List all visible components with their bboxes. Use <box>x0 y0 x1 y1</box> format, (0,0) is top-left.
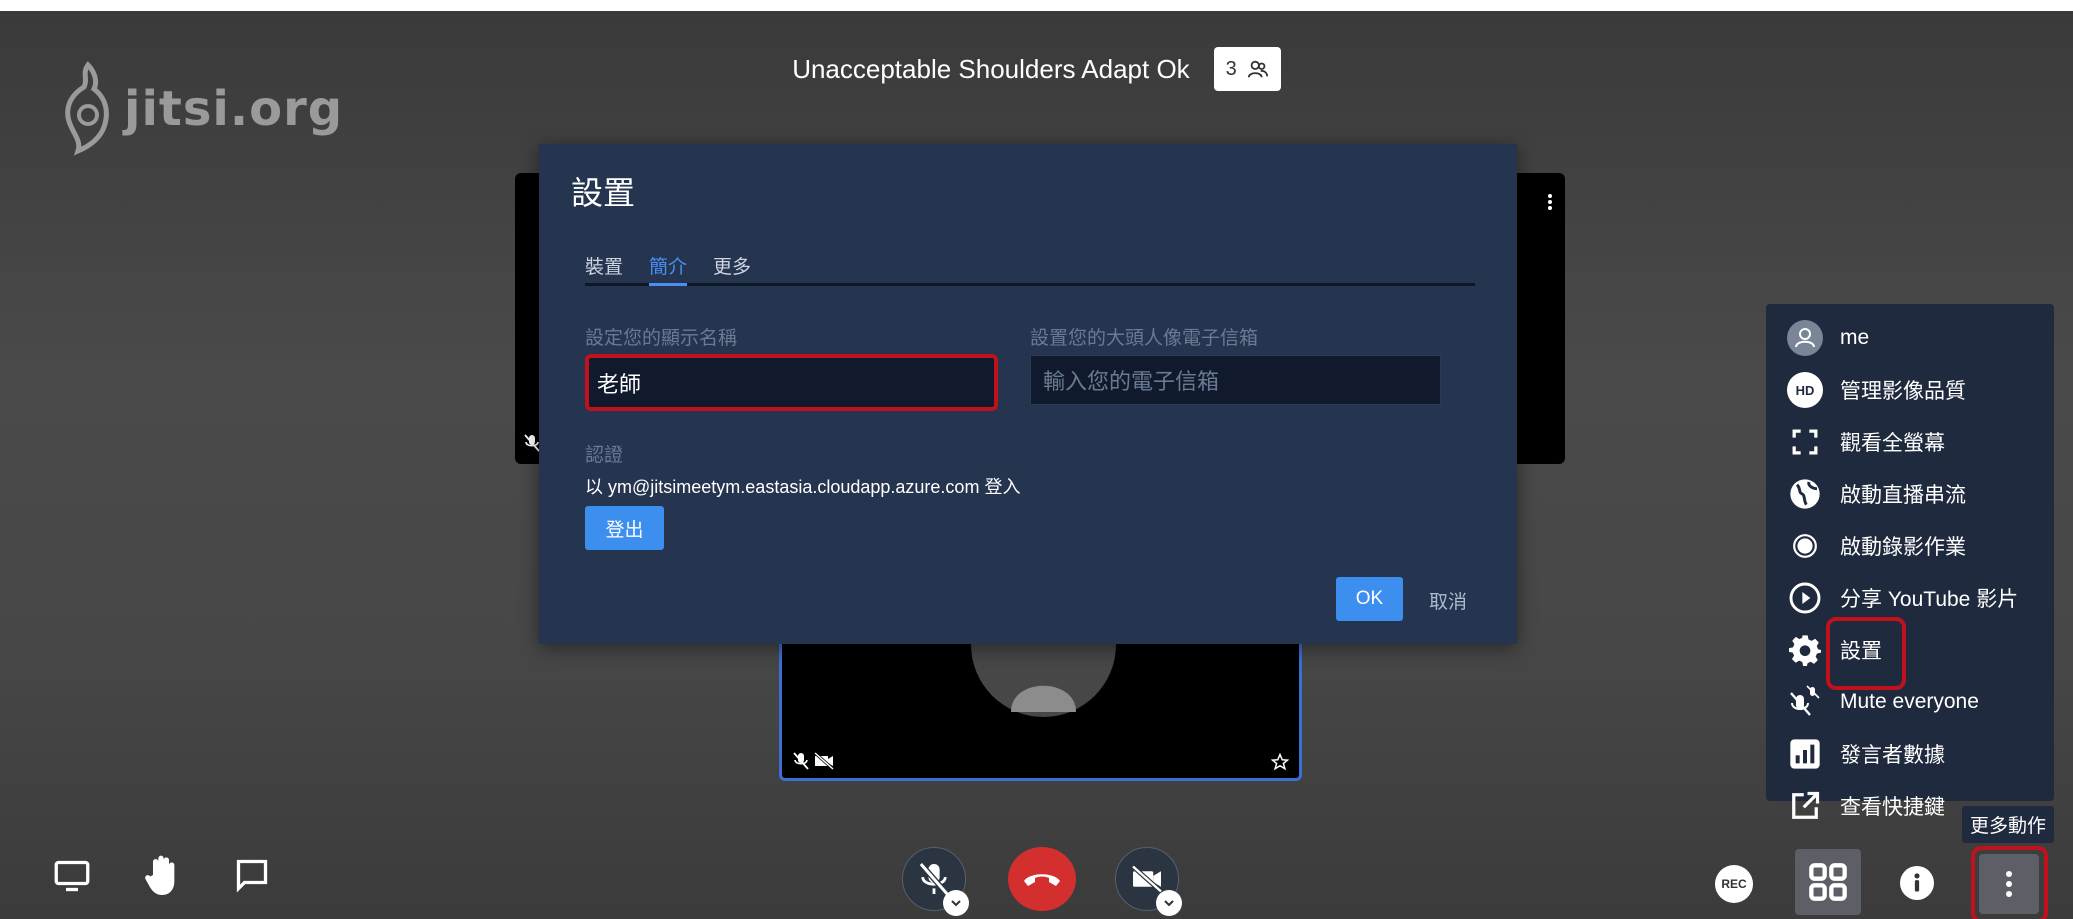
tile-status <box>792 752 834 770</box>
play-icon <box>1786 579 1824 617</box>
menu-item-label: 查看快捷鍵 <box>1840 796 1945 819</box>
star-icon[interactable] <box>1271 753 1289 771</box>
menu-item-label: me <box>1840 326 1870 349</box>
menu-item-label: 啟動直播串流 <box>1840 484 1966 507</box>
display-name-label: 設定您的顯示名稱 <box>585 328 738 349</box>
share-screen-button[interactable] <box>50 854 94 898</box>
mic-options-toggle[interactable] <box>943 890 969 916</box>
record-icon <box>1786 527 1824 565</box>
hand-icon <box>145 855 175 895</box>
chevron-down-icon <box>1164 900 1174 907</box>
settings-dialog: 設置 裝置 簡介 更多 設定您的顯示名稱 老師 設置您的大頭人像電子信箱 輸入您… <box>539 144 1517 644</box>
more-actions-highlight-box <box>1971 846 2048 919</box>
tile-menu-icon[interactable] <box>1547 193 1553 211</box>
logout-button[interactable]: 登出 <box>585 506 664 550</box>
menu-item-profile[interactable]: me <box>1766 312 2054 364</box>
auth-suffix: 登入 <box>979 477 1021 497</box>
gravatar-email-placeholder: 輸入您的電子信箱 <box>1043 369 1220 394</box>
chevron-down-icon <box>951 900 961 907</box>
menu-item-settings[interactable]: 設置 <box>1766 624 2054 676</box>
menu-item-label: 發言者數據 <box>1840 744 1945 767</box>
menu-item-label: Mute everyone <box>1840 690 1979 713</box>
menu-item-speaker-stats[interactable]: 發言者數據 <box>1766 728 2054 780</box>
menu-item-share-youtube[interactable]: 分享 YouTube 影片 <box>1766 572 2054 624</box>
overflow-menu: me HD 管理影像品質 觀看全螢幕 啟動直播串流 啟動錄影作業 分享 YouT… <box>1766 304 2054 819</box>
conference-header: Unacceptable Shoulders Adapt Ok 3 <box>0 47 2073 91</box>
recording-button[interactable]: REC <box>1715 865 1753 903</box>
gear-icon <box>1786 631 1824 669</box>
auth-prefix: 以 <box>585 477 609 497</box>
meeting-title: Unacceptable Shoulders Adapt Ok <box>792 53 1190 84</box>
cancel-button[interactable]: 取消 <box>1429 587 1467 614</box>
more-actions-tooltip: 更多動作 <box>1962 806 2055 843</box>
settings-tabs: 裝置 簡介 更多 <box>585 252 1475 286</box>
tile-view-button[interactable] <box>1795 849 1861 915</box>
microphone-button[interactable] <box>902 847 969 916</box>
menu-item-mute-everyone[interactable]: Mute everyone <box>1766 676 2054 728</box>
camera-off-icon <box>1131 865 1163 893</box>
hd-badge-text: HD <box>1796 383 1815 398</box>
display-name-value: 老師 <box>597 371 642 397</box>
chat-icon <box>236 859 268 893</box>
tile-view-icon <box>1809 863 1847 901</box>
mute-everyone-icon <box>1786 683 1824 721</box>
menu-item-label: 啟動錄影作業 <box>1840 536 1966 559</box>
tab-more[interactable]: 更多 <box>713 252 751 286</box>
conference-stage: jitsi.org Unacceptable Shoulders Adapt O… <box>0 11 2073 919</box>
participants-icon <box>1247 60 1268 78</box>
menu-item-label: 管理影像品質 <box>1840 380 1966 403</box>
gravatar-email-label: 設置您的大頭人像電子信箱 <box>1030 328 1259 349</box>
camera-options-toggle[interactable] <box>1156 890 1182 916</box>
avatar <box>971 642 1116 717</box>
display-name-input[interactable]: 老師 <box>585 354 998 411</box>
participant-count: 3 <box>1225 57 1237 80</box>
mic-muted-icon <box>524 434 540 452</box>
rec-label: REC <box>1721 877 1747 891</box>
menu-item-recording[interactable]: 啟動錄影作業 <box>1766 520 2054 572</box>
local-video-tile[interactable] <box>779 639 1302 781</box>
ok-button[interactable]: OK <box>1336 577 1403 621</box>
desktop-icon <box>54 860 90 892</box>
tab-devices[interactable]: 裝置 <box>585 252 623 286</box>
external-link-icon <box>1786 787 1824 825</box>
globe-icon <box>1786 475 1824 513</box>
menu-item-label: 分享 YouTube 影片 <box>1840 588 2019 611</box>
fullscreen-icon <box>1786 423 1824 461</box>
avatar-icon <box>1786 319 1824 357</box>
menu-item-video-quality[interactable]: HD 管理影像品質 <box>1766 364 2054 416</box>
info-button[interactable] <box>1900 866 1934 900</box>
participants-badge[interactable]: 3 <box>1213 47 1281 91</box>
info-icon <box>1914 873 1920 892</box>
tab-profile[interactable]: 簡介 <box>649 252 688 286</box>
mic-muted-icon <box>793 752 809 770</box>
camera-button[interactable] <box>1115 847 1182 916</box>
auth-label: 認證 <box>585 445 624 466</box>
raise-hand-button[interactable] <box>140 851 186 899</box>
gravatar-email-input[interactable]: 輸入您的電子信箱 <box>1030 355 1441 405</box>
auth-status: 以 ym@jitsimeetym.eastasia.cloudapp.azure… <box>585 473 1020 499</box>
default-avatar-icon <box>1011 685 1076 712</box>
dialog-title: 設置 <box>571 175 636 211</box>
menu-item-fullscreen[interactable]: 觀看全螢幕 <box>1766 416 2054 468</box>
menu-item-live-stream[interactable]: 啟動直播串流 <box>1766 468 2054 520</box>
settings-highlight-box <box>1826 617 1906 690</box>
mic-muted-icon <box>919 862 949 896</box>
hd-icon: HD <box>1786 371 1824 409</box>
auth-email: ym@jitsimeetym.eastasia.cloudapp.azure.c… <box>608 477 980 497</box>
menu-item-label: 觀看全螢幕 <box>1840 432 1945 455</box>
chat-button[interactable] <box>230 853 274 897</box>
stats-icon <box>1786 735 1824 773</box>
hangup-button[interactable] <box>1008 847 1076 911</box>
camera-off-icon <box>814 752 834 770</box>
hangup-icon <box>1024 874 1060 886</box>
